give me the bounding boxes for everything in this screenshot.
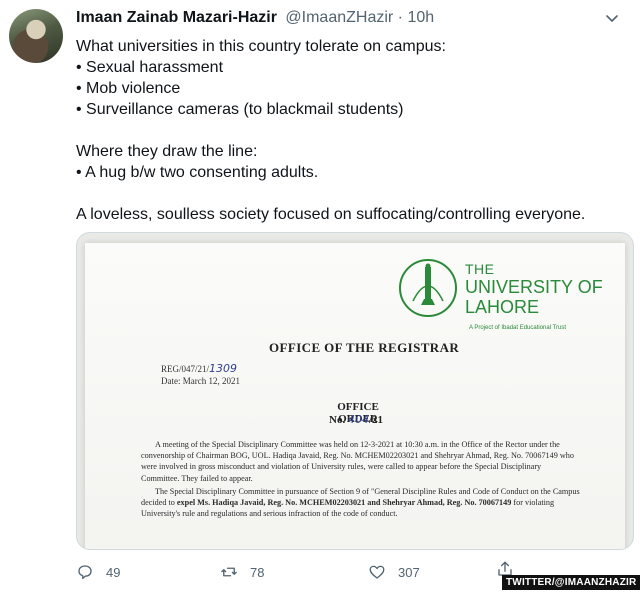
heart-icon	[369, 565, 385, 579]
like-button[interactable]: 307	[368, 560, 420, 584]
university-emblem-icon	[399, 259, 457, 317]
tweet-line-gap	[76, 120, 626, 141]
tweet-line: • Surveillance cameras (to blackmail stu…	[76, 101, 404, 118]
reference-block: REG/047/21/1309 Date: March 12, 2021	[161, 363, 240, 387]
office-order-document: THE UNIVERSITY OF LAHORE A Project of Ib…	[85, 243, 625, 549]
author-name[interactable]: Imaan Zainab Mazari-Hazir	[76, 9, 277, 26]
like-count: 307	[398, 564, 420, 580]
tweet-time[interactable]: · 10h	[393, 9, 434, 26]
document-date: Date: March 12, 2021	[161, 376, 240, 386]
reply-button[interactable]: 49	[76, 560, 120, 584]
order-number-suffix: /21	[368, 414, 384, 426]
tweet-line: • Mob violence	[76, 80, 181, 97]
order-paragraph-2: The Special Disciplinary Committee in pu…	[141, 486, 581, 520]
university-name-prefix: THE	[465, 261, 495, 277]
reference-handwritten: 1309	[209, 362, 238, 375]
retweet-count: 78	[250, 564, 265, 580]
reply-icon	[78, 565, 92, 580]
avatar[interactable]	[9, 9, 63, 63]
image-credit-watermark: TWITTER/@IMAANZHAZIR	[502, 575, 640, 590]
university-name: UNIVERSITY OF LAHORE	[465, 277, 603, 317]
tweet-header: Imaan Zainab Mazari-Hazir @ImaanZHazir ·…	[76, 9, 620, 31]
document-heading: OFFICE OF THE REGISTRAR	[269, 340, 460, 355]
tweet-line: A loveless, soulless society focused on …	[76, 206, 586, 223]
tweet-line: • Sexual harassment	[76, 59, 224, 76]
order-number: No. 404/21	[329, 413, 383, 426]
retweet-button[interactable]: 78	[220, 560, 264, 584]
reply-count: 49	[106, 564, 121, 580]
tweet-line-gap	[76, 183, 626, 204]
tweet-line: What universities in this country tolera…	[76, 38, 446, 55]
order-number-handwritten: 404	[347, 413, 369, 426]
order-paragraph-1: A meeting of the Special Disciplinary Co…	[141, 440, 574, 483]
para2-bold-text: expel Ms. Hadiqa Javaid, Reg. No. MCHEM0…	[176, 498, 512, 508]
order-number-prefix: No.	[329, 414, 348, 426]
author-handle[interactable]: @ImaanZHazir	[285, 9, 393, 26]
more-options-icon[interactable]	[604, 11, 620, 27]
retweet-icon	[221, 567, 237, 577]
tweet-line: • A hug b/w two consenting adults.	[76, 164, 319, 181]
tweet-image[interactable]: THE UNIVERSITY OF LAHORE A Project of Ib…	[76, 232, 634, 550]
university-trust: A Project of Ibadat Educational Trust	[469, 325, 567, 331]
reference-number: REG/047/21/	[161, 364, 210, 374]
order-body: A meeting of the Special Disciplinary Co…	[141, 439, 581, 521]
tweet-line: Where they draw the line:	[76, 143, 258, 160]
tweet-text: What universities in this country tolera…	[76, 36, 626, 225]
